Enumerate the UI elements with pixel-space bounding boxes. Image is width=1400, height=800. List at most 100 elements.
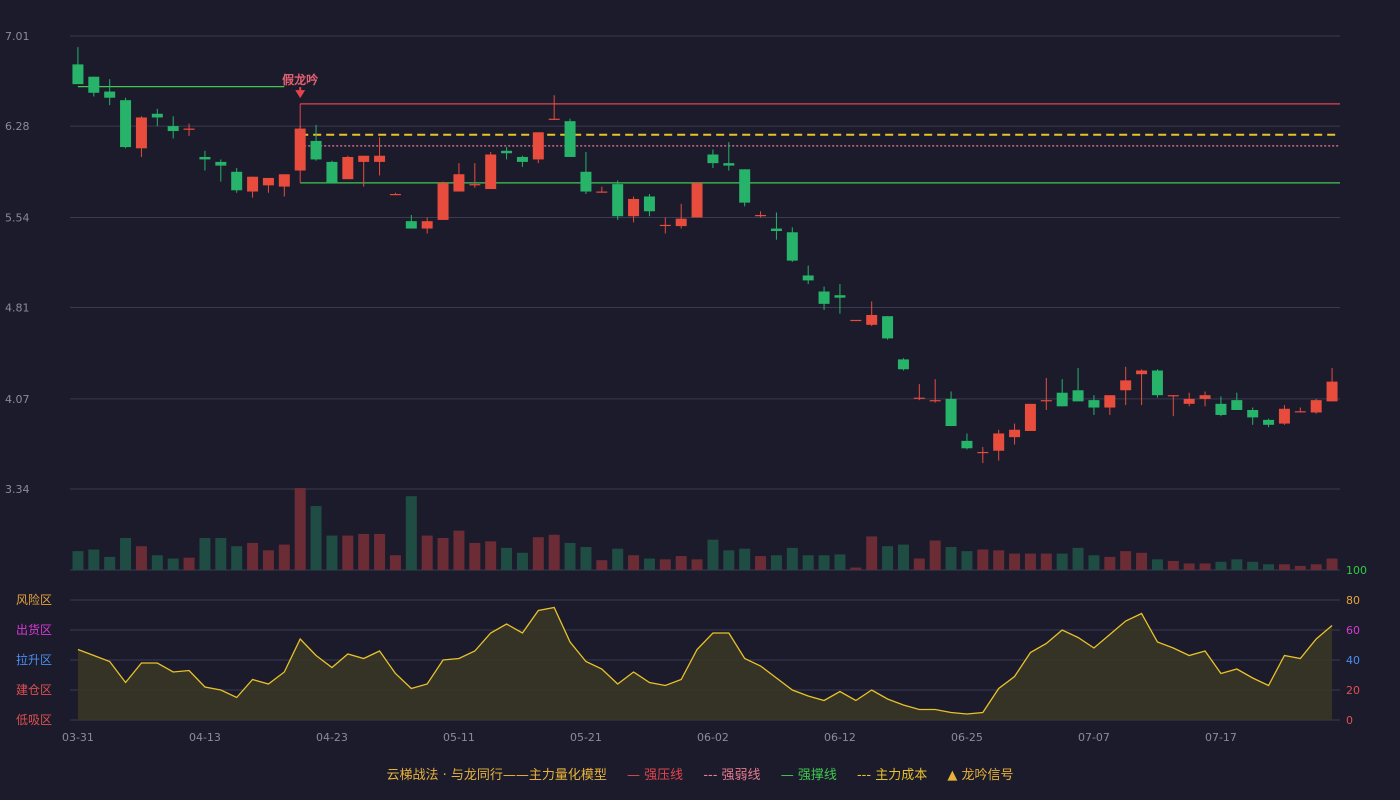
volume-bar <box>643 558 655 570</box>
candle-body <box>977 451 989 454</box>
volume-bar <box>1167 560 1179 570</box>
volume-bar <box>548 534 560 570</box>
date-tick-label: 04-13 <box>189 731 221 744</box>
candle-body <box>167 126 179 132</box>
candle-body <box>675 218 687 227</box>
volume-bar <box>167 558 179 570</box>
legend-label: 主力成本 <box>875 768 928 783</box>
volume-bar <box>1263 564 1275 570</box>
candle-body <box>501 150 513 154</box>
legend-label: 强压线 <box>644 768 684 783</box>
candle-body <box>453 174 465 192</box>
volume-bar <box>104 556 116 570</box>
legend-symbol: — <box>627 768 641 783</box>
candle-body <box>580 171 592 192</box>
candle-body <box>723 163 735 166</box>
volume-bar <box>326 535 338 570</box>
volume-bar <box>358 533 370 570</box>
volume-bar <box>897 544 909 570</box>
signal-label: 假龙吟 <box>282 72 318 87</box>
volume-bar <box>866 536 878 570</box>
legend-item-main-cost[interactable]: --- 主力成本 <box>857 768 931 783</box>
legend-symbol: — <box>780 768 794 783</box>
volume-bar <box>977 549 989 570</box>
candle-body <box>1104 395 1116 408</box>
volume-bar <box>628 555 640 570</box>
date-tick-label: 06-25 <box>951 731 983 744</box>
date-tick-label: 06-12 <box>824 731 856 744</box>
volume-bar <box>993 550 1005 570</box>
volume-bar <box>215 538 227 570</box>
price-tick-label: 6.28 <box>5 120 30 133</box>
legend-label: 强撑线 <box>797 768 837 783</box>
volume-bar <box>929 540 941 570</box>
legend-symbol: ▲ <box>947 768 958 783</box>
candle-body <box>770 228 782 232</box>
candle-body <box>469 184 481 186</box>
volume-bar <box>1009 553 1021 570</box>
volume-bar <box>850 567 862 570</box>
candle-body <box>278 174 290 187</box>
volume-bar <box>1088 555 1100 570</box>
volume-bar <box>485 541 497 570</box>
candle-body <box>1183 398 1195 404</box>
candle-body <box>421 221 433 229</box>
volume-bar <box>469 542 481 570</box>
oscillator-zone-label: 低吸区 <box>16 713 52 727</box>
candle-body <box>294 128 306 171</box>
volume-bar <box>374 533 386 570</box>
legend-item-dragon-signal[interactable]: ▲ 龙吟信号 <box>947 768 1013 783</box>
volume-bar <box>1024 553 1036 570</box>
legend-title: 云梯战法 · 与龙同行——主力量化模型 <box>386 768 607 783</box>
legend-item-strength-line[interactable]: --- 强弱线 <box>703 768 764 783</box>
oscillator-tick-label: 0 <box>1346 714 1353 727</box>
candle-body <box>247 176 259 192</box>
legend-item-strong-resistance[interactable]: — 强压线 <box>627 768 687 783</box>
legend-label: 龙吟信号 <box>961 768 1014 783</box>
candle-body <box>913 397 925 399</box>
volume-bar <box>1247 561 1259 570</box>
candle-body <box>1136 370 1148 375</box>
volume-bar <box>739 548 751 570</box>
volume-bar <box>802 555 814 570</box>
volume-bar <box>882 546 894 570</box>
volume-bar <box>1326 558 1338 570</box>
candle-body <box>850 319 862 322</box>
oscillator-zone-label: 风险区 <box>16 592 52 607</box>
candle-body <box>342 156 354 180</box>
candle-body <box>120 100 132 148</box>
volume-bar <box>770 555 782 570</box>
candle-body <box>72 64 84 85</box>
volume-bar <box>675 556 687 570</box>
volume-bar <box>120 538 132 570</box>
oscillator-tick-label: 80 <box>1346 594 1360 607</box>
candle-body <box>1040 400 1052 402</box>
candle-body <box>882 316 894 339</box>
candle-body <box>532 132 544 160</box>
date-tick-label: 06-02 <box>697 731 729 744</box>
volume-bar <box>88 549 100 570</box>
volume-bar <box>310 506 322 570</box>
candle-body <box>1151 370 1163 396</box>
volume-bar <box>945 547 957 570</box>
price-tick-label: 5.54 <box>5 211 30 224</box>
candle-body <box>786 232 798 261</box>
volume-bar <box>691 559 703 570</box>
volume-bar <box>501 547 513 570</box>
legend-item-strong-support[interactable]: — 强撑线 <box>781 768 841 783</box>
volume-bar <box>262 550 274 570</box>
candle-body <box>548 118 560 120</box>
candle-body <box>1278 408 1290 424</box>
candle-body <box>104 91 116 98</box>
candle-body <box>88 76 100 93</box>
date-tick-label: 05-11 <box>443 731 475 744</box>
volume-bar <box>818 555 830 570</box>
volume-bar <box>183 557 195 570</box>
candle-body <box>310 140 322 160</box>
volume-bar <box>723 550 735 570</box>
candle-body <box>262 177 274 186</box>
candle-body <box>1263 419 1275 425</box>
candle-body <box>659 224 671 227</box>
volume-bar <box>278 544 290 570</box>
candle-body <box>945 398 957 427</box>
